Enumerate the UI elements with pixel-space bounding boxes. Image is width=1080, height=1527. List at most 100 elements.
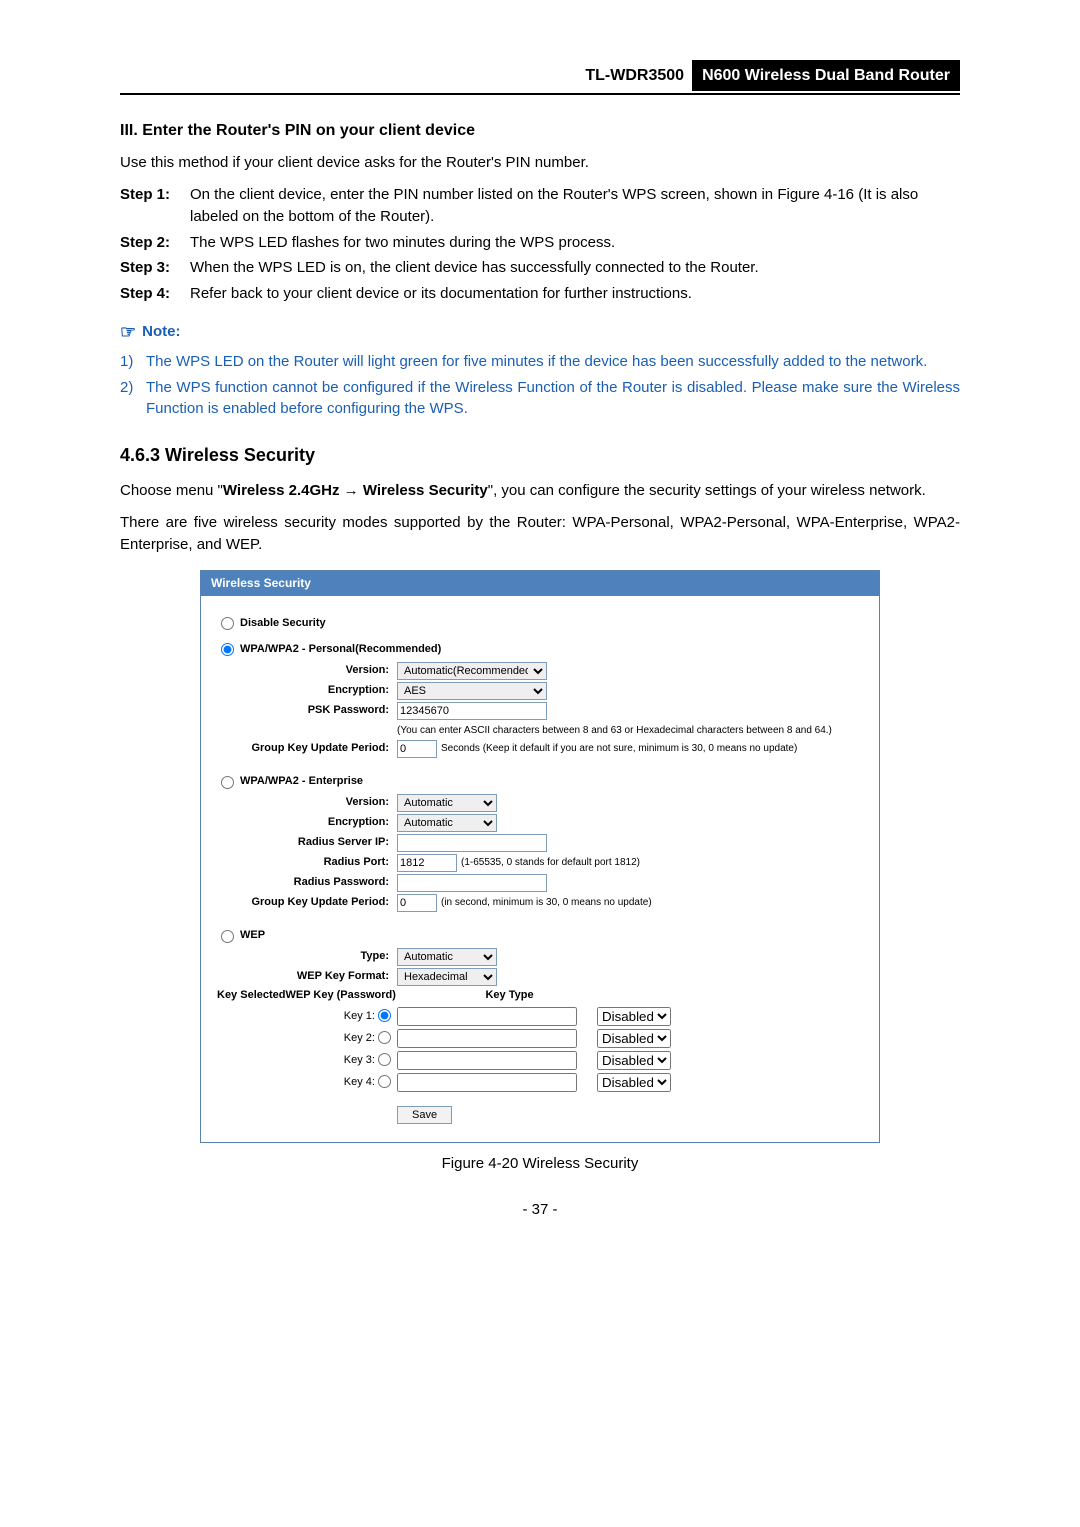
product-name: N600 Wireless Dual Band Router xyxy=(692,60,960,91)
note-num: 1) xyxy=(120,351,146,373)
label-psk-password: PSK Password: xyxy=(217,703,397,719)
para1-pre: Choose menu " xyxy=(120,482,223,499)
label-key-selected: Key Selected xyxy=(217,988,285,1004)
radio-disable-security[interactable] xyxy=(221,617,234,630)
step-label: Step 4: xyxy=(120,283,190,305)
label-radius-pw: Radius Password: xyxy=(217,875,397,891)
select-wep-type[interactable]: Automatic xyxy=(397,948,497,966)
select-key-type-3[interactable]: Disabled xyxy=(597,1051,671,1070)
select-personal-encryption[interactable]: AES xyxy=(397,682,547,700)
note-heading: ☞ Note: xyxy=(120,319,960,345)
radio-wep[interactable] xyxy=(221,930,234,943)
step-label: Step 3: xyxy=(120,257,190,279)
section-463-heading: 4.6.3 Wireless Security xyxy=(120,442,960,468)
radius-port-hint: (1-65535, 0 stands for default port 1812… xyxy=(461,856,640,871)
note-item: 2)The WPS function cannot be configured … xyxy=(120,377,960,421)
input-radius-password[interactable] xyxy=(397,874,547,892)
step-text: The WPS LED flashes for two minutes duri… xyxy=(190,232,615,254)
key-label: Key 2: xyxy=(344,1032,375,1044)
key-label: Key 4: xyxy=(344,1076,375,1088)
key-label: Key 3: xyxy=(344,1054,375,1066)
label-wpa-personal: WPA/WPA2 - Personal(Recommended) xyxy=(240,642,441,658)
radio-key-3[interactable] xyxy=(378,1053,391,1066)
save-button[interactable]: Save xyxy=(397,1106,452,1124)
section-3-title: III. Enter the Router's PIN on your clie… xyxy=(120,119,960,142)
step-item: Step 2:The WPS LED flashes for two minut… xyxy=(120,232,960,254)
radio-wpa-enterprise[interactable] xyxy=(221,776,234,789)
label-disable-security: Disable Security xyxy=(240,616,326,632)
label-version: Version: xyxy=(217,795,397,811)
label-gkup: Group Key Update Period: xyxy=(217,741,397,757)
section-3-intro: Use this method if your client device as… xyxy=(120,152,960,174)
step-label: Step 2: xyxy=(120,232,190,254)
note-item: 1)The WPS LED on the Router will light g… xyxy=(120,351,960,373)
select-enterprise-encryption[interactable]: Automatic xyxy=(397,814,497,832)
wireless-security-panel: Wireless Security Disable Security WPA/W… xyxy=(200,570,880,1144)
page-number: - 37 - xyxy=(120,1199,960,1221)
step-text: Refer back to your client device or its … xyxy=(190,283,692,305)
select-key-type-4[interactable]: Disabled xyxy=(597,1073,671,1092)
select-key-type-2[interactable]: Disabled xyxy=(597,1029,671,1048)
step-item: Step 4:Refer back to your client device … xyxy=(120,283,960,305)
wep-key-row: Key 2: Disabled xyxy=(217,1029,863,1048)
label-version: Version: xyxy=(217,663,397,679)
radio-key-4[interactable] xyxy=(378,1075,391,1088)
pointing-hand-icon: ☞ xyxy=(120,319,136,345)
input-personal-gkup[interactable] xyxy=(397,740,437,758)
input-wep-key-4[interactable] xyxy=(397,1073,577,1092)
step-label: Step 1: xyxy=(120,184,190,228)
panel-title: Wireless Security xyxy=(201,571,879,596)
model-number: TL-WDR3500 xyxy=(577,60,692,91)
step-text: On the client device, enter the PIN numb… xyxy=(190,184,960,228)
note-text: The WPS function cannot be configured if… xyxy=(146,377,960,421)
para1-post: ", you can configure the security settin… xyxy=(488,482,926,499)
step-list: Step 1:On the client device, enter the P… xyxy=(120,184,960,305)
input-psk-password[interactable] xyxy=(397,702,547,720)
step-item: Step 1:On the client device, enter the P… xyxy=(120,184,960,228)
figure-caption: Figure 4-20 Wireless Security xyxy=(120,1153,960,1175)
label-wep-format: WEP Key Format: xyxy=(217,969,397,985)
page-header: TL-WDR3500 N600 Wireless Dual Band Route… xyxy=(120,60,960,95)
input-radius-ip[interactable] xyxy=(397,834,547,852)
section-463-para1: Choose menu "Wireless 2.4GHz → Wireless … xyxy=(120,480,960,502)
label-encryption: Encryption: xyxy=(217,815,397,831)
wep-key-row: Key 1: Disabled xyxy=(217,1007,863,1026)
step-text: When the WPS LED is on, the client devic… xyxy=(190,257,759,279)
label-gkup: Group Key Update Period: xyxy=(217,895,397,911)
note-text: The WPS LED on the Router will light gre… xyxy=(146,351,927,373)
label-radius-port: Radius Port: xyxy=(217,855,397,871)
psk-hint: (You can enter ASCII characters between … xyxy=(397,722,832,739)
note-list: 1)The WPS LED on the Router will light g… xyxy=(120,351,960,420)
select-wep-format[interactable]: Hexadecimal xyxy=(397,968,497,986)
select-key-type-1[interactable]: Disabled xyxy=(597,1007,671,1026)
radio-key-1[interactable] xyxy=(378,1009,391,1022)
para1-bold1: Wireless 2.4GHz xyxy=(223,482,340,499)
col-key-type: Key Type xyxy=(485,988,575,1004)
note-num: 2) xyxy=(120,377,146,421)
radio-wpa-personal[interactable] xyxy=(221,643,234,656)
input-wep-key-3[interactable] xyxy=(397,1051,577,1070)
input-radius-port[interactable] xyxy=(397,854,457,872)
label-encryption: Encryption: xyxy=(217,683,397,699)
note-label: Note: xyxy=(142,321,180,343)
section-463-para2: There are five wireless security modes s… xyxy=(120,512,960,556)
input-wep-key-2[interactable] xyxy=(397,1029,577,1048)
arrow-icon: → xyxy=(339,482,362,499)
label-wpa-enterprise: WPA/WPA2 - Enterprise xyxy=(240,774,363,790)
radio-key-2[interactable] xyxy=(378,1031,391,1044)
label-type: Type: xyxy=(217,949,397,965)
wep-key-row: Key 3: Disabled xyxy=(217,1051,863,1070)
gkup-hint: Seconds (Keep it default if you are not … xyxy=(441,742,797,757)
input-enterprise-gkup[interactable] xyxy=(397,894,437,912)
select-enterprise-version[interactable]: Automatic xyxy=(397,794,497,812)
col-wep-key: WEP Key (Password) xyxy=(285,988,485,1004)
input-wep-key-1[interactable] xyxy=(397,1007,577,1026)
para1-bold2: Wireless Security xyxy=(363,482,488,499)
label-wep: WEP xyxy=(240,928,265,944)
key-label: Key 1: xyxy=(344,1010,375,1022)
wep-key-row: Key 4: Disabled xyxy=(217,1073,863,1092)
select-personal-version[interactable]: Automatic(Recommended) xyxy=(397,662,547,680)
gkup-hint-2: (in second, minimum is 30, 0 means no up… xyxy=(441,896,652,911)
label-radius-ip: Radius Server IP: xyxy=(217,835,397,851)
step-item: Step 3:When the WPS LED is on, the clien… xyxy=(120,257,960,279)
